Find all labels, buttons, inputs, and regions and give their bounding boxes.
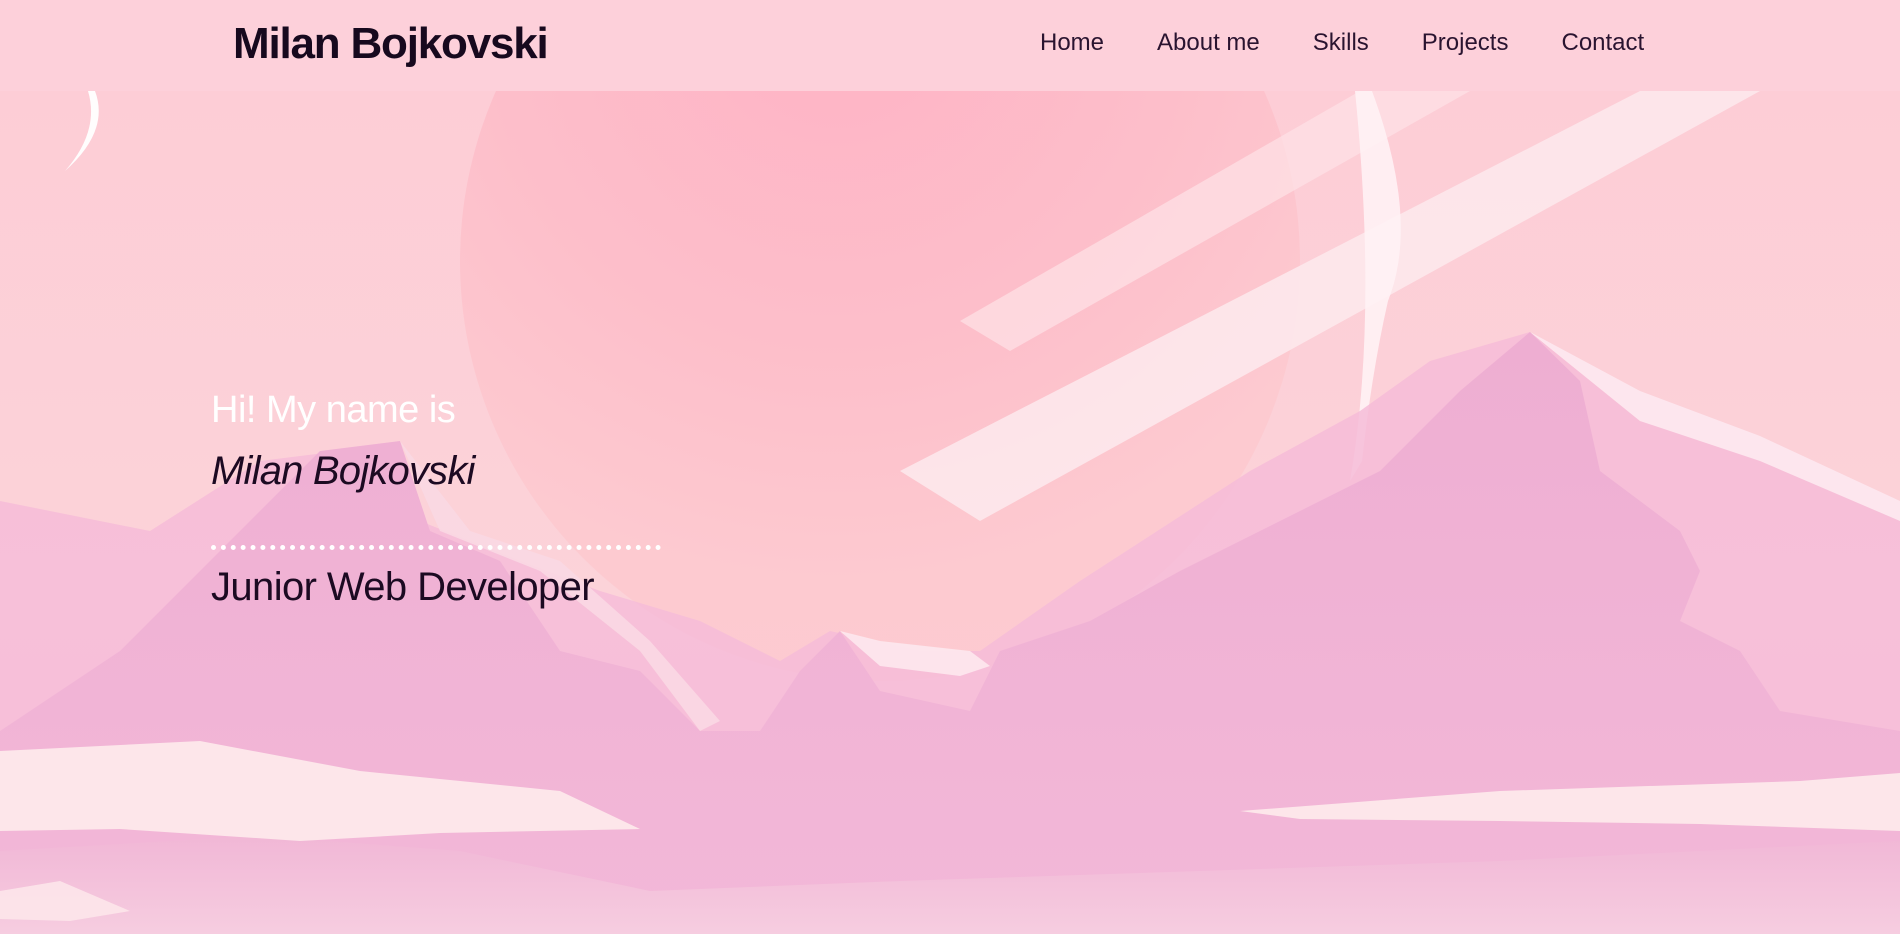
hero-greeting: Hi! My name is xyxy=(211,389,456,431)
nav-home-link[interactable]: Home xyxy=(1040,26,1104,60)
nav-about-link[interactable]: About me xyxy=(1157,26,1260,60)
hero-section: Hi! My name is Milan Bojkovski Junior We… xyxy=(0,91,1900,934)
site-header: Milan Bojkovski Home About me Skills Pro… xyxy=(0,0,1900,91)
nav-projects-link[interactable]: Projects xyxy=(1422,26,1509,60)
nav-skills-link[interactable]: Skills xyxy=(1313,26,1369,60)
dotted-divider xyxy=(211,545,661,550)
hero-name: Milan Bojkovski xyxy=(211,449,475,493)
hero-role: Junior Web Developer xyxy=(211,565,595,609)
hero-background-illustration xyxy=(0,91,1900,934)
main-nav: Home About me Skills Projects Contact xyxy=(1040,26,1644,60)
brand-logo[interactable]: Milan Bojkovski xyxy=(233,16,549,72)
portfolio-page: Milan Bojkovski Home About me Skills Pro… xyxy=(0,0,1900,934)
nav-contact-link[interactable]: Contact xyxy=(1561,26,1644,60)
